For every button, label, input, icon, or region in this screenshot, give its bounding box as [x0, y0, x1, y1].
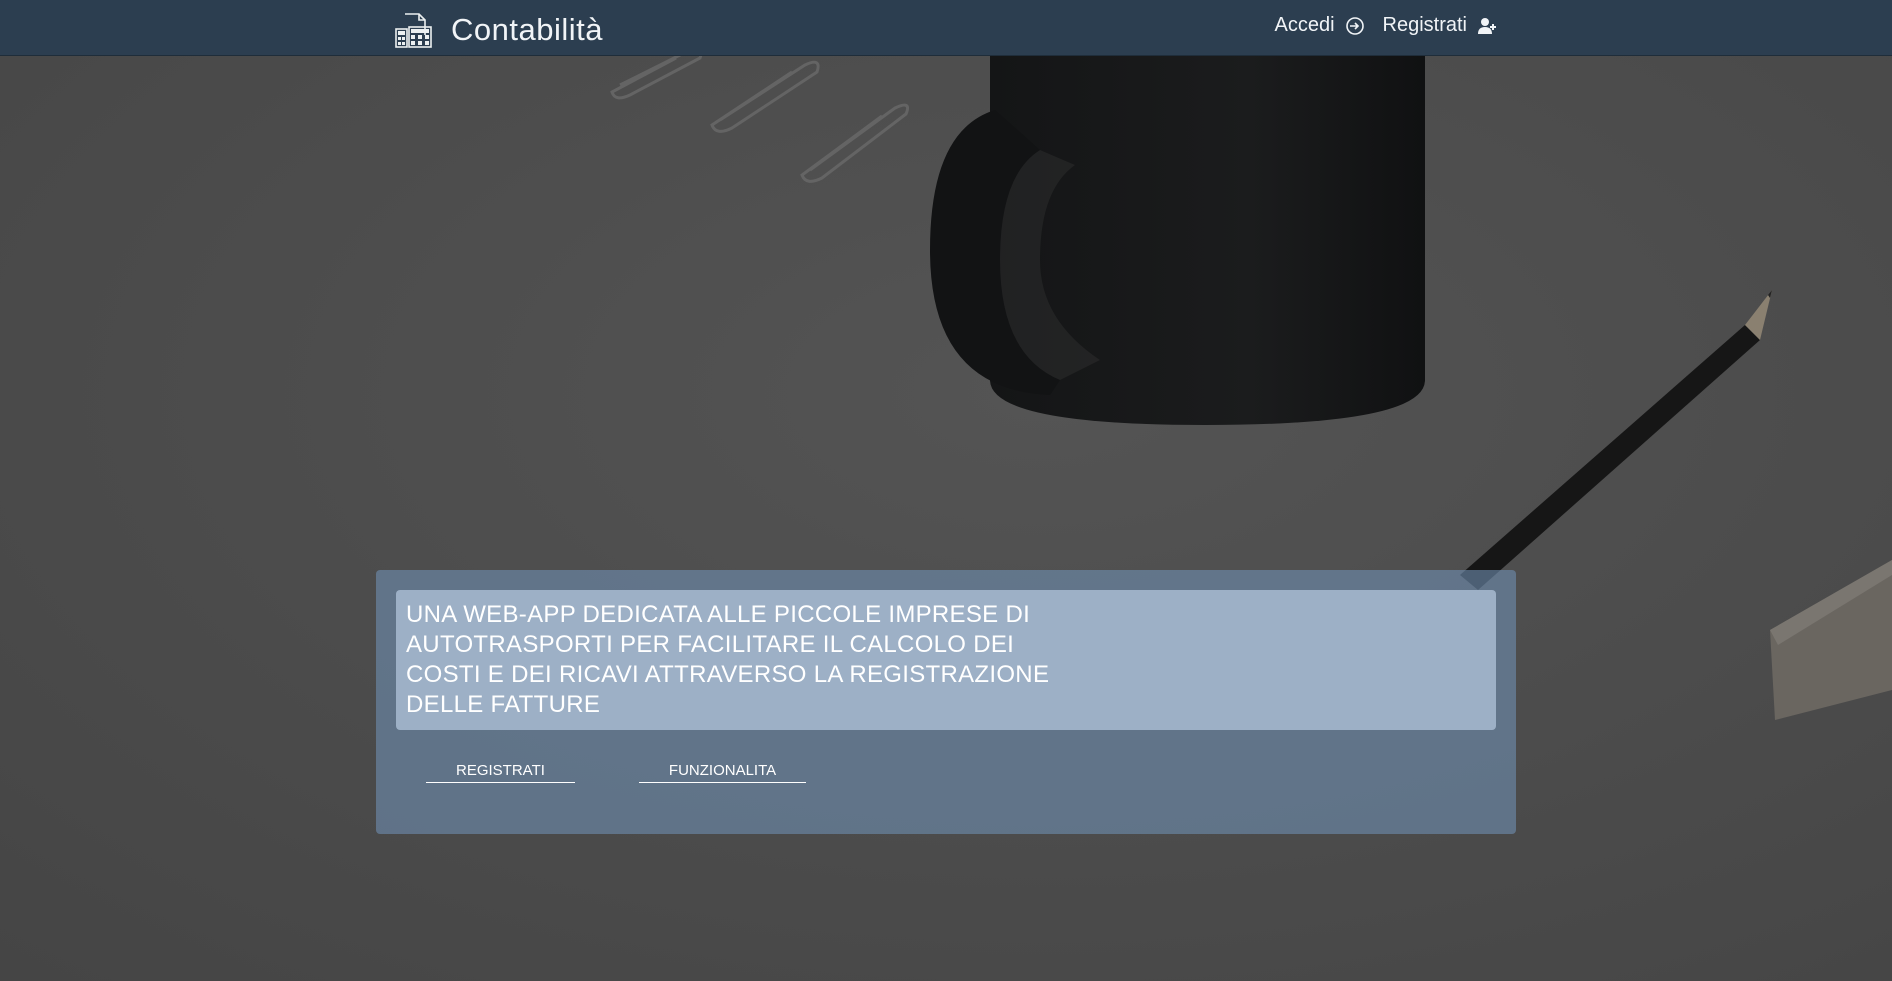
- nav-links: Accedi Registrati: [1274, 14, 1497, 37]
- register-link[interactable]: Registrati: [1383, 14, 1497, 37]
- top-navbar: Contabilità Accedi Registrati: [0, 0, 1892, 56]
- brand-title: Contabilità: [451, 12, 603, 47]
- brand[interactable]: Contabilità: [395, 10, 603, 50]
- login-icon: [1345, 16, 1364, 35]
- login-link-label: Accedi: [1274, 14, 1335, 36]
- hero-tagline: UNA WEB-APP DEDICATA ALLE PICCOLE IMPRES…: [406, 601, 1050, 718]
- login-link[interactable]: Accedi: [1274, 14, 1364, 37]
- cta-row: REGISTRATI FUNZIONALITA: [426, 762, 807, 783]
- landing-page: Contabilità Accedi Registrati UNA WEB-AP…: [0, 0, 1892, 981]
- register-link-label: Registrati: [1382, 14, 1467, 36]
- register-button[interactable]: REGISTRATI: [426, 762, 575, 783]
- tagline-box: UNA WEB-APP DEDICATA ALLE PICCOLE IMPRES…: [396, 590, 1496, 730]
- features-button[interactable]: FUNZIONALITA: [638, 762, 807, 783]
- hero-panel: UNA WEB-APP DEDICATA ALLE PICCOLE IMPRES…: [376, 570, 1516, 834]
- user-plus-icon: [1478, 17, 1496, 34]
- accounting-documents-icon: [395, 13, 432, 48]
